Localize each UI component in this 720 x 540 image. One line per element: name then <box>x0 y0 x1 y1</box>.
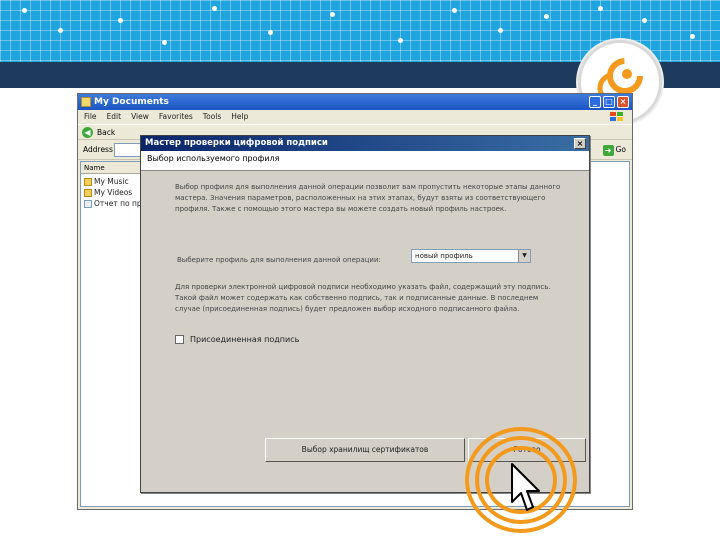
file-name: My Music <box>94 177 129 186</box>
grid-dot <box>162 40 167 45</box>
attached-signature-checkbox[interactable] <box>175 335 184 344</box>
explorer-title: My Documents <box>94 97 169 107</box>
go-button[interactable]: ➜ Go <box>602 143 626 157</box>
explorer-menubar: File Edit View Favorites Tools Help <box>78 110 632 124</box>
file-name: My Videos <box>94 188 133 197</box>
grid-dot <box>330 12 335 17</box>
grid-dot <box>452 8 457 13</box>
folder-icon <box>81 97 91 107</box>
wizard-title: Мастер проверки цифровой подписи <box>145 138 328 148</box>
chevron-down-icon[interactable]: ▼ <box>518 250 530 262</box>
grid-dot <box>498 28 503 33</box>
explorer-titlebar[interactable]: My Documents _ □ × <box>78 94 632 110</box>
menu-help[interactable]: Help <box>231 110 248 124</box>
grid-dot <box>22 8 27 13</box>
go-arrow-icon: ➜ <box>602 144 614 156</box>
wizard-step-header: Выбор используемого профиля <box>141 151 589 171</box>
attached-signature-label[interactable]: Присоединенная подпись <box>190 335 299 344</box>
wizard-titlebar[interactable]: Мастер проверки цифровой подписи × <box>141 136 589 151</box>
grid-dot <box>642 18 647 23</box>
grid-dot <box>398 38 403 43</box>
menu-edit[interactable]: Edit <box>107 110 122 124</box>
profile-select-label: Выберите профиль для выполнения данной о… <box>177 256 381 264</box>
folder-icon <box>84 177 92 186</box>
certificate-store-button[interactable]: Выбор хранилищ сертификатов <box>265 438 465 462</box>
grid-dot <box>118 18 123 23</box>
windows-logo-icon <box>610 112 623 121</box>
profile-description: Выбор профиля для выполнения данной опер… <box>175 183 561 213</box>
grid-dot <box>58 28 63 33</box>
list-item[interactable]: My Videos <box>84 187 142 198</box>
profile-select-value: новый профиль <box>415 252 473 260</box>
grid-dot <box>212 6 217 11</box>
maximize-button[interactable]: □ <box>603 96 615 108</box>
grid-dot <box>598 6 603 11</box>
minimize-button[interactable]: _ <box>589 96 601 108</box>
file-list: My Music My Videos Отчет по пр <box>84 176 142 209</box>
menu-view[interactable]: View <box>131 110 149 124</box>
grid-dot <box>268 30 273 35</box>
back-arrow-icon[interactable]: ◀ <box>82 126 93 138</box>
signature-description: Для проверки электронной цифровой подпис… <box>175 283 551 313</box>
go-label: Go <box>615 145 626 154</box>
document-icon <box>84 199 92 208</box>
close-button[interactable]: × <box>617 96 629 108</box>
back-button-label[interactable]: Back <box>97 125 115 140</box>
grid-dot <box>544 14 549 19</box>
menu-file[interactable]: File <box>84 110 97 124</box>
file-name: Отчет по пр <box>94 199 142 208</box>
mouse-cursor-icon <box>511 463 540 511</box>
grid-dot <box>690 34 695 39</box>
folder-icon <box>84 188 92 197</box>
menu-tools[interactable]: Tools <box>203 110 221 124</box>
menu-favorites[interactable]: Favorites <box>159 110 193 124</box>
column-header-name[interactable]: Name <box>81 162 141 174</box>
wizard-close-button[interactable]: × <box>574 138 586 149</box>
list-item[interactable]: My Music <box>84 176 142 187</box>
attached-signature-option: Присоединенная подпись <box>175 335 299 344</box>
address-label: Address <box>83 145 113 154</box>
wizard-step-title: Выбор используемого профиля <box>147 154 280 163</box>
profile-select[interactable]: новый профиль ▼ <box>411 249 531 263</box>
list-item[interactable]: Отчет по пр <box>84 198 142 209</box>
